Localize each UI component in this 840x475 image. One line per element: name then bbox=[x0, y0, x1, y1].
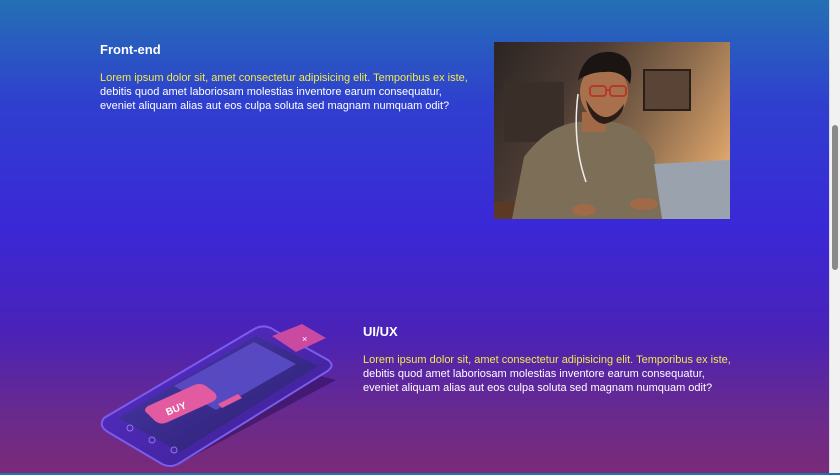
developer-illustration bbox=[494, 51, 730, 219]
isometric-phone-icon: × BUY bbox=[100, 285, 336, 467]
uiux-title: UI/UX bbox=[363, 324, 398, 339]
uiux-description-rest: debitis quod amet laboriosam molestias i… bbox=[363, 368, 713, 394]
frontend-title: Front-end bbox=[100, 42, 161, 57]
frontend-description: Lorem ipsum dolor sit, amet consectetur … bbox=[100, 71, 480, 113]
frontend-description-rest: debitis quod amet laboriosam molestias i… bbox=[100, 86, 450, 112]
uiux-description: Lorem ipsum dolor sit, amet consectetur … bbox=[363, 353, 743, 395]
developer-photo bbox=[494, 42, 730, 219]
uiux-section: UI/UX Lorem ipsum dolor sit, amet consec… bbox=[363, 324, 743, 395]
phone-close-label: × bbox=[302, 334, 307, 344]
page-scrollbar[interactable] bbox=[829, 0, 840, 473]
scrollbar-thumb[interactable] bbox=[832, 125, 838, 270]
frontend-description-highlight: Lorem ipsum dolor sit, amet consectetur … bbox=[100, 72, 468, 84]
frontend-section: Front-end Lorem ipsum dolor sit, amet co… bbox=[100, 42, 480, 113]
mobile-ui-illustration: × BUY bbox=[96, 285, 346, 470]
uiux-description-highlight: Lorem ipsum dolor sit, amet consectetur … bbox=[363, 354, 731, 366]
